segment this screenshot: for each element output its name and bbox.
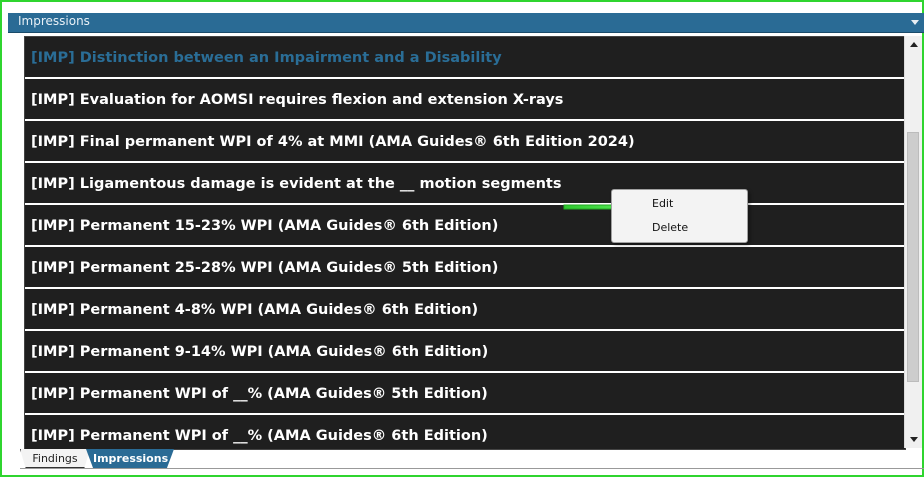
scrollbar-thumb[interactable] [907,132,919,382]
caret-down-icon[interactable] [911,20,919,25]
list-item[interactable]: [IMP] Permanent 15-23% WPI (AMA Guides® … [25,205,905,247]
context-menu-edit[interactable]: Edit [652,195,673,213]
divider [20,468,924,469]
list-item[interactable]: [IMP] Permanent 9-14% WPI (AMA Guides® 6… [25,331,905,373]
scroll-up-button[interactable] [905,36,922,53]
list-item[interactable]: [IMP] Permanent 4-8% WPI (AMA Guides® 6t… [25,289,905,331]
vertical-scrollbar[interactable] [904,36,922,448]
tab-findings[interactable]: Findings [20,449,90,468]
tab-impressions[interactable]: Impressions [86,449,174,468]
list-item[interactable]: [IMP] Final permanent WPI of 4% at MMI (… [25,121,905,163]
app-frame: Impressions [IMP] Distinction between an… [0,0,924,477]
impressions-list: [IMP] Distinction between an Impairment … [24,36,906,450]
list-item[interactable]: [IMP] Permanent 25-28% WPI (AMA Guides® … [25,247,905,289]
list-item[interactable]: [IMP] Ligamentous damage is evident at t… [25,163,905,205]
list-item[interactable]: [IMP] Permanent WPI of __% (AMA Guides® … [25,373,905,415]
list-item[interactable]: [IMP] Distinction between an Impairment … [25,37,905,79]
list-item[interactable]: [IMP] Permanent WPI of __% (AMA Guides® … [25,415,905,449]
context-menu: Edit Delete [611,189,748,243]
arrow-up-icon [910,42,918,47]
context-menu-delete[interactable]: Delete [652,219,688,237]
scroll-down-button[interactable] [905,431,922,448]
list-item[interactable]: [IMP] Evaluation for AOMSI requires flex… [25,79,905,121]
panel-title: Impressions [18,14,90,28]
impressions-panel-header[interactable]: Impressions [8,13,924,33]
arrow-down-icon [910,437,918,442]
